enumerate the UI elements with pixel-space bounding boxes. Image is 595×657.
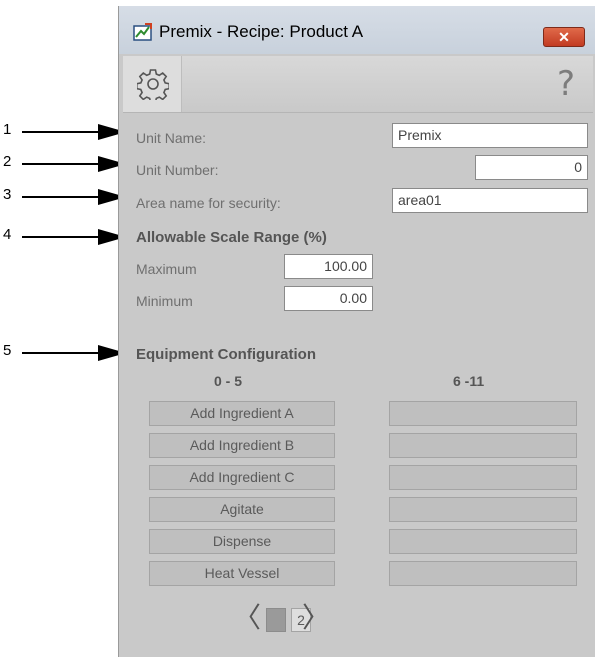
equipment-col-right-header: 6 -11 — [453, 373, 485, 389]
callout-line — [22, 352, 102, 354]
unit-number-field[interactable]: 0 — [475, 155, 588, 180]
next-page-button[interactable]: 〉 — [302, 596, 330, 636]
minimum-field[interactable]: 0.00 — [284, 286, 373, 311]
callout-number: 1 — [3, 121, 12, 138]
toolbar — [123, 56, 593, 113]
equipment-col-left-header: 0 - 5 — [214, 373, 243, 389]
equipment-button[interactable]: Add Ingredient A — [149, 401, 335, 426]
page-1-button[interactable]: 1 — [266, 608, 286, 632]
minimum-label: Minimum — [136, 293, 193, 309]
callout-number: 4 — [3, 226, 12, 243]
recipe-app-icon — [133, 23, 153, 41]
equipment-button[interactable]: Agitate — [149, 497, 335, 522]
equipment-button[interactable]: Add Ingredient B — [149, 433, 335, 458]
unit-number-label: Unit Number: — [136, 162, 219, 178]
callout-2: 2 — [0, 153, 130, 173]
callout-line — [22, 196, 102, 198]
area-name-label: Area name for security: — [136, 195, 281, 211]
callout-1: 1 — [0, 121, 130, 141]
equipment-button-empty[interactable] — [389, 401, 577, 426]
maximum-field[interactable]: 100.00 — [284, 254, 373, 279]
faceplate-window: Premix - Recipe: Product A ✕ ? Unit Name… — [118, 6, 595, 657]
callout-line — [22, 236, 102, 238]
callout-number: 5 — [3, 342, 12, 359]
callout-number: 2 — [3, 153, 12, 170]
gear-icon — [137, 69, 169, 100]
prev-page-button[interactable]: 〈 — [233, 596, 261, 636]
unit-name-label: Unit Name: — [136, 130, 207, 146]
callout-5: 5 — [0, 342, 130, 362]
equipment-button[interactable]: Dispense — [149, 529, 335, 554]
equipment-button-empty[interactable] — [389, 465, 577, 490]
scale-range-heading: Allowable Scale Range (%) — [136, 229, 327, 246]
maximum-label: Maximum — [136, 261, 197, 277]
title-bar[interactable]: Premix - Recipe: Product A ✕ — [119, 6, 595, 54]
window-title: Premix - Recipe: Product A — [159, 22, 364, 41]
settings-tab[interactable] — [123, 56, 182, 112]
help-icon[interactable]: ? — [557, 64, 575, 104]
equipment-button[interactable]: Heat Vessel — [149, 561, 335, 586]
callout-line — [22, 131, 102, 133]
equipment-heading: Equipment Configuration — [136, 346, 316, 363]
close-button[interactable]: ✕ — [543, 27, 585, 47]
unit-name-field[interactable]: Premix — [392, 123, 588, 148]
callout-4: 4 — [0, 226, 130, 246]
equipment-button-empty[interactable] — [389, 529, 577, 554]
callout-3: 3 — [0, 186, 130, 206]
close-icon: ✕ — [558, 29, 570, 45]
equipment-button-empty[interactable] — [389, 433, 577, 458]
callout-number: 3 — [3, 186, 12, 203]
equipment-button[interactable]: Add Ingredient C — [149, 465, 335, 490]
area-name-field[interactable]: area01 — [392, 188, 588, 213]
equipment-button-empty[interactable] — [389, 561, 577, 586]
callout-line — [22, 163, 102, 165]
equipment-button-empty[interactable] — [389, 497, 577, 522]
